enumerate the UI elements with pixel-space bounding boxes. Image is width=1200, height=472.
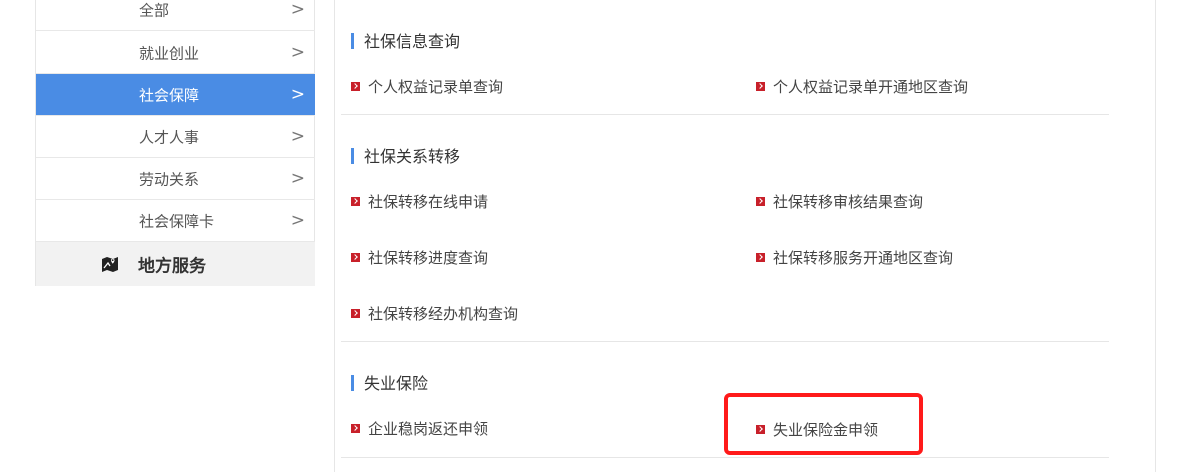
section-accent-bar [351, 148, 354, 164]
sidebar-item-label: 全部 [139, 1, 170, 19]
arrow-bullet-icon [756, 197, 765, 206]
chevron-right-icon: > [290, 210, 305, 231]
section-divider [341, 457, 1109, 458]
link-transfer-agencies[interactable]: 社保转移经办机构查询 [351, 304, 518, 324]
link-job-stabilization-refund[interactable]: 企业稳岗返还申领 [351, 419, 488, 439]
sidebar-item-label: 社会保障卡 [139, 212, 215, 230]
arrow-bullet-icon [351, 309, 360, 318]
chevron-right-icon: > [290, 84, 305, 105]
category-sidebar: 全部 > 就业创业 > 社会保障 > 人才人事 > 劳动关系 > 社会保障卡 >… [35, 0, 315, 286]
section-title-text: 社保信息查询 [364, 32, 461, 51]
link-text: 社保转移服务开通地区查询 [773, 249, 954, 267]
link-text: 社保转移进度查询 [368, 249, 489, 267]
arrow-bullet-icon [351, 197, 360, 206]
arrow-bullet-icon [351, 253, 360, 262]
arrow-bullet-icon [351, 424, 360, 433]
link-transfer-review-result[interactable]: 社保转移审核结果查询 [756, 192, 923, 212]
arrow-bullet-icon [756, 253, 765, 262]
section-accent-bar [351, 33, 354, 49]
sidebar-item-labor-relations[interactable]: 劳动关系 > [36, 158, 315, 200]
section-accent-bar [351, 375, 354, 391]
link-text: 社保转移经办机构查询 [368, 305, 519, 323]
sidebar-item-social-security[interactable]: 社会保障 > [36, 74, 315, 116]
link-transfer-service-regions[interactable]: 社保转移服务开通地区查询 [756, 248, 953, 268]
sidebar-item-talent-personnel[interactable]: 人才人事 > [36, 116, 315, 158]
link-text: 个人权益记录单开通地区查询 [773, 78, 969, 96]
section-title-text: 社保关系转移 [364, 147, 461, 166]
sidebar-item-label: 人才人事 [139, 128, 200, 146]
local-services-button[interactable]: 地方服务 [36, 242, 315, 286]
link-personal-rights-record-query[interactable]: 个人权益记录单查询 [351, 77, 503, 97]
arrow-bullet-icon [351, 82, 360, 91]
link-text: 企业稳岗返还申领 [368, 420, 489, 438]
chevron-right-icon: > [290, 42, 305, 63]
chevron-right-icon: > [290, 168, 305, 189]
chevron-right-icon: > [290, 126, 305, 147]
section-title-transfer: 社保关系转移 [351, 147, 460, 167]
map-icon [102, 257, 118, 272]
sidebar-item-label: 社会保障 [139, 86, 200, 104]
section-title-text: 失业保险 [364, 374, 429, 393]
link-transfer-progress[interactable]: 社保转移进度查询 [351, 248, 488, 268]
section-divider [341, 114, 1109, 115]
sidebar-item-label: 就业创业 [139, 44, 200, 62]
local-services-label: 地方服务 [138, 256, 206, 277]
link-text: 社保转移在线申请 [368, 193, 489, 211]
section-title-social-info-query: 社保信息查询 [351, 32, 460, 52]
highlight-annotation-box [724, 393, 923, 455]
sidebar-item-social-security-card[interactable]: 社会保障卡 > [36, 200, 315, 242]
sidebar-item-employment[interactable]: 就业创业 > [36, 32, 315, 74]
link-transfer-online-apply[interactable]: 社保转移在线申请 [351, 192, 488, 212]
link-text: 社保转移审核结果查询 [773, 193, 924, 211]
sidebar-item-all[interactable]: 全部 > [36, 0, 315, 31]
link-text: 个人权益记录单查询 [368, 78, 504, 96]
chevron-right-icon: > [290, 0, 305, 20]
link-rights-record-region-query[interactable]: 个人权益记录单开通地区查询 [756, 77, 968, 97]
section-title-unemployment-insurance: 失业保险 [351, 374, 428, 394]
section-divider [341, 341, 1109, 342]
arrow-bullet-icon [756, 82, 765, 91]
sidebar-item-label: 劳动关系 [139, 170, 200, 188]
